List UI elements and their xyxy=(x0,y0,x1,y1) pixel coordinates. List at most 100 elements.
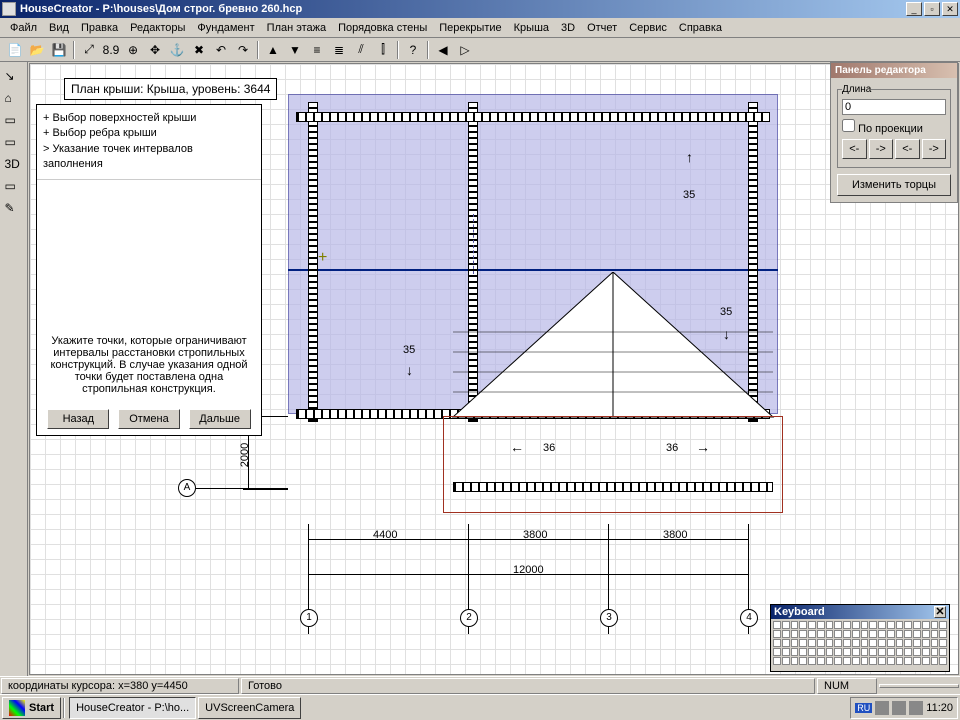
key[interactable] xyxy=(817,621,825,629)
toolbar-button[interactable]: 💾 xyxy=(49,40,69,60)
key[interactable] xyxy=(799,639,807,647)
key[interactable] xyxy=(808,648,816,656)
key[interactable] xyxy=(861,639,869,647)
tool-button[interactable]: ▭ xyxy=(4,178,24,198)
key[interactable] xyxy=(773,630,781,638)
key[interactable] xyxy=(869,657,877,665)
key[interactable] xyxy=(861,630,869,638)
key[interactable] xyxy=(913,657,921,665)
key[interactable] xyxy=(896,648,904,656)
toolbar-button[interactable]: ✥ xyxy=(145,40,165,60)
toolbar-button[interactable]: ▲ xyxy=(263,40,283,60)
toolbar-button[interactable]: ⚓ xyxy=(167,40,187,60)
back-button[interactable]: Назад xyxy=(47,409,109,429)
key[interactable] xyxy=(834,657,842,665)
tool-button[interactable]: ▭ xyxy=(4,134,24,154)
key[interactable] xyxy=(791,657,799,665)
key[interactable] xyxy=(922,648,930,656)
key[interactable] xyxy=(799,630,807,638)
key[interactable] xyxy=(887,657,895,665)
key[interactable] xyxy=(904,648,912,656)
menu-item[interactable]: Фундамент xyxy=(191,20,260,36)
tool-button[interactable]: ✎ xyxy=(4,200,24,220)
key[interactable] xyxy=(773,657,781,665)
key[interactable] xyxy=(826,657,834,665)
key[interactable] xyxy=(878,621,886,629)
tool-button[interactable]: ⌂ xyxy=(4,90,24,110)
key[interactable] xyxy=(808,630,816,638)
key[interactable] xyxy=(817,639,825,647)
close-button[interactable]: ✕ xyxy=(942,2,958,16)
toolbar-button[interactable]: 📂 xyxy=(27,40,47,60)
tray-icon[interactable] xyxy=(909,701,923,715)
key[interactable] xyxy=(808,657,816,665)
toolbar-button[interactable]: ≡ xyxy=(307,40,327,60)
key[interactable] xyxy=(939,657,947,665)
menu-item[interactable]: Порядовка стены xyxy=(332,20,433,36)
key[interactable] xyxy=(791,630,799,638)
key[interactable] xyxy=(939,630,947,638)
tool-button[interactable]: ▭ xyxy=(4,112,24,132)
key[interactable] xyxy=(869,621,877,629)
arrow-left-button[interactable]: <- xyxy=(842,139,867,159)
key[interactable] xyxy=(852,657,860,665)
key[interactable] xyxy=(869,639,877,647)
toolbar-button[interactable]: ⫿ xyxy=(373,40,393,60)
key[interactable] xyxy=(834,621,842,629)
length-input[interactable] xyxy=(842,99,946,115)
key[interactable] xyxy=(887,630,895,638)
menu-item[interactable]: Сервис xyxy=(623,20,673,36)
key[interactable] xyxy=(878,630,886,638)
projection-checkbox[interactable] xyxy=(842,119,855,132)
start-button[interactable]: Start xyxy=(2,697,61,719)
toolbar-button[interactable]: ↶ xyxy=(211,40,231,60)
key[interactable] xyxy=(843,657,851,665)
menu-item[interactable]: Отчет xyxy=(581,20,623,36)
tool-button[interactable]: 3D xyxy=(4,156,24,176)
canvas[interactable]: План крыши: Крыша, уровень: 3644 + Выбор… xyxy=(29,63,959,675)
key[interactable] xyxy=(799,621,807,629)
menu-item[interactable]: Справка xyxy=(673,20,728,36)
key[interactable] xyxy=(913,630,921,638)
key[interactable] xyxy=(896,657,904,665)
key[interactable] xyxy=(931,657,939,665)
toolbar-button[interactable]: ⫽ xyxy=(351,40,371,60)
key[interactable] xyxy=(861,648,869,656)
key[interactable] xyxy=(773,639,781,647)
key[interactable] xyxy=(791,621,799,629)
key[interactable] xyxy=(922,621,930,629)
key[interactable] xyxy=(913,621,921,629)
key[interactable] xyxy=(896,621,904,629)
key[interactable] xyxy=(782,657,790,665)
toolbar-button[interactable]: ◀ xyxy=(433,40,453,60)
menu-item[interactable]: Крыша xyxy=(508,20,555,36)
key[interactable] xyxy=(817,630,825,638)
lang-indicator[interactable]: RU xyxy=(855,703,872,713)
taskbar-task[interactable]: HouseCreator - P:\ho... xyxy=(69,697,196,719)
key[interactable] xyxy=(773,621,781,629)
key[interactable] xyxy=(852,639,860,647)
key[interactable] xyxy=(904,639,912,647)
key[interactable] xyxy=(799,657,807,665)
menu-item[interactable]: Редакторы xyxy=(124,20,191,36)
key[interactable] xyxy=(878,657,886,665)
keyboard-keys[interactable] xyxy=(771,619,949,667)
key[interactable] xyxy=(852,621,860,629)
key[interactable] xyxy=(773,648,781,656)
tray-icon[interactable] xyxy=(875,701,889,715)
key[interactable] xyxy=(861,621,869,629)
toolbar-button[interactable]: ⊕ xyxy=(123,40,143,60)
key[interactable] xyxy=(913,648,921,656)
key[interactable] xyxy=(904,657,912,665)
key[interactable] xyxy=(931,630,939,638)
minimize-button[interactable]: _ xyxy=(906,2,922,16)
key[interactable] xyxy=(922,639,930,647)
key[interactable] xyxy=(782,639,790,647)
next-button[interactable]: Дальше xyxy=(189,409,251,429)
key[interactable] xyxy=(878,639,886,647)
key[interactable] xyxy=(852,648,860,656)
key[interactable] xyxy=(896,630,904,638)
key[interactable] xyxy=(939,621,947,629)
toolbar-button[interactable]: ✖ xyxy=(189,40,209,60)
toolbar-button[interactable]: ? xyxy=(403,40,423,60)
